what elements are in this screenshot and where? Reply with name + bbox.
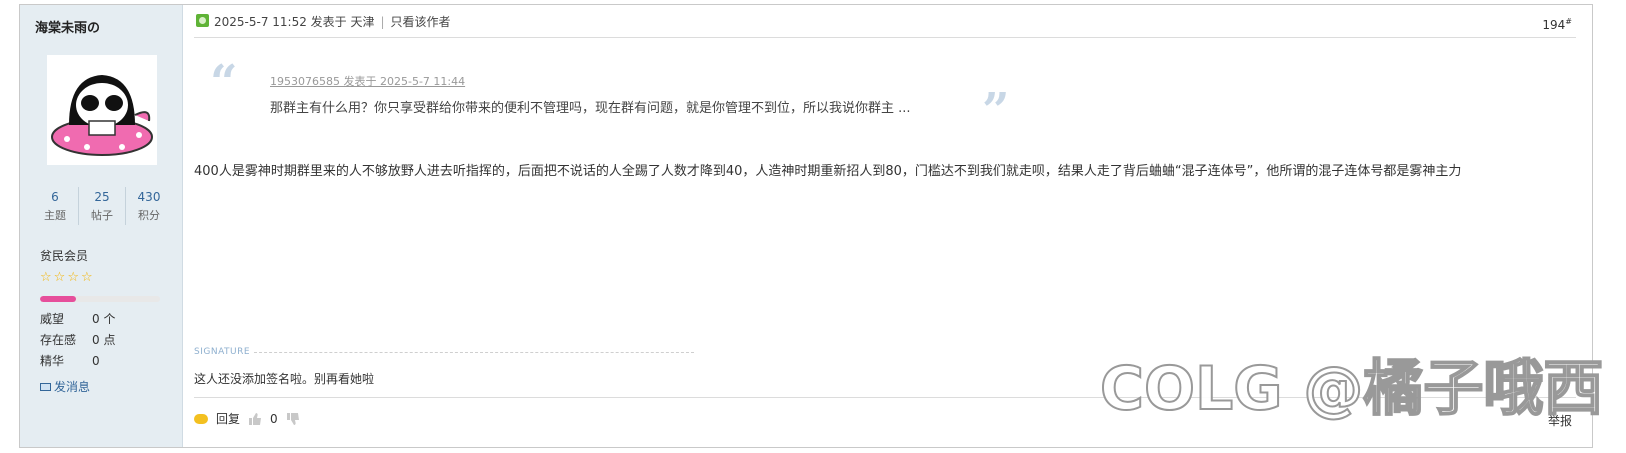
attribute-key: 精华 [40,354,65,368]
stat-topics[interactable]: 6 主题 [32,187,79,225]
stat-posts[interactable]: 25 帖子 [79,187,126,225]
send-message-label: 发消息 [54,380,91,394]
stat-label: 帖子 [91,209,113,222]
send-message-link[interactable]: 发消息 [40,378,90,395]
thumbs-up-icon[interactable] [248,412,262,426]
quote-text: 那群主有什么用？你只享受群给你带来的便利不管理吗，现在群有问题，就是你管理不到位… [270,101,911,116]
like-count: 0 [270,411,278,426]
envelope-icon [40,382,51,391]
signature-divider: SIGNATURE [194,347,694,357]
signature-label: SIGNATURE [194,347,251,357]
attribute-row: 威望 0 个 [40,309,115,330]
quote-block: “ 1953076585 发表于 2025-5-7 11:44 那群主有什么用？… [210,55,1010,139]
post-body: 400人是雾神时期群里来的人不够放野人进去听指挥的，后面把不说话的人全踢了人数才… [194,164,1462,179]
author-sidebar: 海棠未雨の 6 主题 25 帖子 430 积分 贫民会员 ☆ ☆ ☆ ☆ 威望 … [20,5,183,447]
star-icon: ☆ [40,270,52,285]
star-icon: ☆ [80,270,93,285]
thumbs-down-icon[interactable] [286,412,300,426]
star-icon: ☆ [67,270,79,285]
floor-suffix: # [1565,17,1572,26]
stat-value: 430 [137,190,161,204]
author-attributes: 威望 0 个 存在感 0 点 精华 0 [40,309,115,372]
post-header: 2025-5-7 11:52 发表于 天津 | 只看该作者 194# [194,5,1576,38]
author-stats: 6 主题 25 帖子 430 积分 [32,187,172,225]
reply-button[interactable]: 回复 [216,410,240,427]
stat-value: 25 [94,190,110,204]
dotted-rule [254,351,694,353]
author-name[interactable]: 海棠未雨の [35,17,100,36]
attribute-key: 存在感 [40,333,77,347]
avatar[interactable] [47,55,157,165]
quote-author-link[interactable]: 1953076585 发表于 2025-5-7 11:44 [270,73,465,89]
reply-actions: 回复 0 [194,410,300,427]
stat-label: 主题 [44,209,66,222]
attribute-row: 精华 0 [40,351,115,372]
level-progress-bar [40,296,160,302]
post-datetime: 2025-5-7 11:52 发表于 天津 [214,15,375,29]
star-icon: ☆ [53,270,66,285]
attribute-value: 0 点 [92,333,116,347]
level-progress-fill [40,296,76,302]
attribute-row: 存在感 0 点 [40,330,115,351]
attribute-value: 0 [92,354,100,368]
post-meta: 2025-5-7 11:52 发表于 天津 | 只看该作者 [214,14,451,30]
user-group[interactable]: 贫民会员 [40,247,88,264]
signature-text: 这人还没添加签名啦。别再看她啦 [194,372,375,386]
stat-points[interactable]: 430 积分 [126,187,172,225]
stat-label: 积分 [138,209,160,222]
open-quote-icon: “ [210,55,238,111]
floor-value: 194 [1542,18,1566,32]
divider: | [380,15,385,29]
watermark: COLG @橘子哦西 [1099,353,1604,425]
reply-bubble-icon [194,413,208,424]
floor-number[interactable]: 194# [1542,17,1572,32]
close-quote-icon: ” [982,83,1010,139]
attribute-key: 威望 [40,312,65,326]
attribute-value: 0 个 [92,312,116,326]
rank-stars: ☆ ☆ ☆ ☆ [40,271,93,285]
only-author-link[interactable]: 只看该作者 [391,15,451,29]
online-status-icon [196,14,209,27]
stat-value: 6 [51,190,59,204]
